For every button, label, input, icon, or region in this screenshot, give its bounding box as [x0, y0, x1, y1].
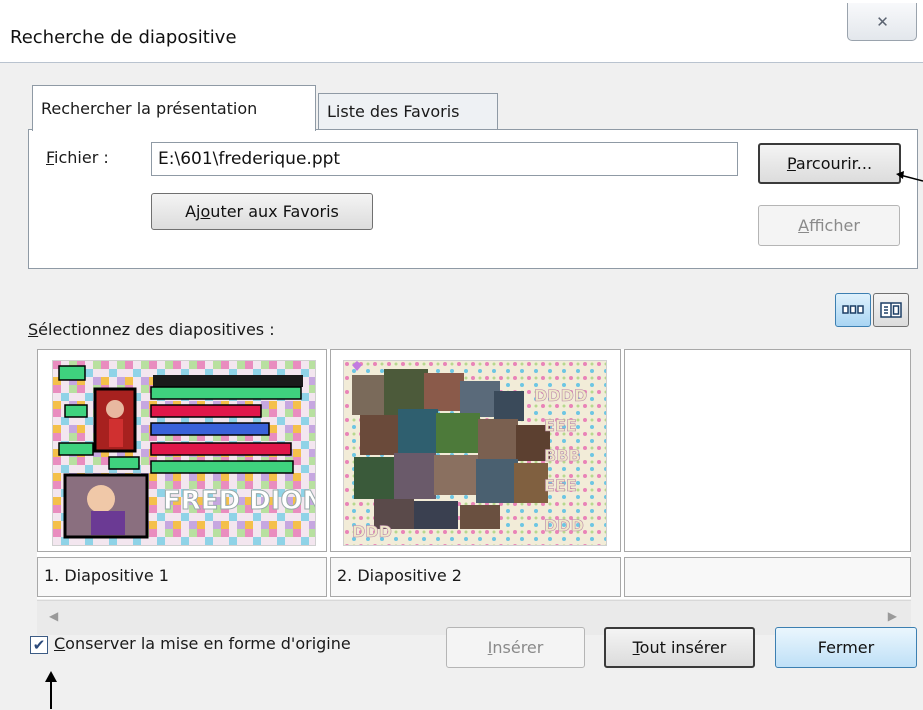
svg-text:BBB: BBB	[544, 446, 581, 465]
scroll-left-icon[interactable]: ◀	[49, 609, 58, 623]
file-label: Fichier :	[46, 148, 109, 167]
tab-label: Liste des Favoris	[327, 102, 460, 121]
file-path-input[interactable]	[151, 142, 738, 176]
checkmark-icon: ✔	[32, 636, 46, 654]
thumbnails-icon	[842, 305, 864, 314]
tab-search-presentation[interactable]: Rechercher la présentation	[32, 85, 316, 131]
slide-1-thumbnail: FRED DIONNE	[52, 360, 316, 546]
slides-grid: FRED DIONNE	[37, 349, 911, 599]
insert-all-button[interactable]: Tout insérer	[604, 627, 755, 668]
keep-formatting-checkbox[interactable]: ✔	[30, 636, 48, 654]
slide-3-label-empty	[624, 557, 911, 597]
svg-text:EEE: EEE	[544, 476, 577, 495]
add-to-favorites-label: Ajouter aux Favoris	[185, 202, 339, 221]
slide-2-label[interactable]: 2. Diapositive 2	[330, 557, 621, 597]
annotation-arrow-up	[45, 671, 57, 709]
insert-button-label: Insérer	[487, 638, 544, 657]
slide-2-thumbnail: DDDD EEE BBB EEE DDD DDD	[343, 360, 607, 546]
slide-thumbnail-cell[interactable]: DDDD EEE BBB EEE DDD DDD	[330, 349, 621, 552]
slide-1-label[interactable]: 1. Diapositive 1	[37, 557, 327, 597]
show-button[interactable]: Afficher	[758, 205, 900, 246]
dialog-title: Recherche de diapositive	[10, 27, 237, 48]
slide-1-title-text: FRED DIONNE	[163, 486, 315, 516]
annotation-arrow-right	[896, 171, 923, 182]
svg-text:DDD: DDD	[544, 516, 584, 535]
browse-button[interactable]: Parcourir...	[758, 143, 901, 184]
close-icon: ✕	[876, 12, 889, 31]
scroll-right-icon[interactable]: ▶	[888, 609, 897, 623]
tab-favorites-list[interactable]: Liste des Favoris	[318, 93, 498, 129]
title-bar: Recherche de diapositive ✕	[0, 0, 923, 62]
browse-button-label: Parcourir...	[786, 154, 873, 173]
keep-formatting-label[interactable]: Conserver la mise en forme d'origine	[54, 634, 351, 653]
svg-text:DDD: DDD	[352, 522, 392, 541]
insert-all-button-label: Tout insérer	[632, 638, 727, 657]
insert-button[interactable]: Insérer	[446, 627, 585, 668]
select-slides-label: Sélectionnez des diapositives :	[28, 320, 275, 339]
title-list-icon	[880, 302, 902, 318]
show-button-label: Afficher	[798, 216, 860, 235]
slide-thumbnail-cell-empty	[624, 349, 911, 552]
svg-text:EEE: EEE	[544, 416, 577, 435]
title-view-button[interactable]	[873, 293, 909, 327]
tab-label: Rechercher la présentation	[41, 99, 258, 118]
close-dialog-button[interactable]: Fermer	[775, 627, 917, 668]
slide-thumbnail-cell[interactable]: FRED DIONNE	[37, 349, 327, 552]
close-button[interactable]: ✕	[847, 3, 917, 41]
add-to-favorites-button[interactable]: Ajouter aux Favoris	[151, 193, 373, 230]
thumbnail-view-button[interactable]	[835, 293, 871, 327]
svg-text:DDDD: DDDD	[534, 386, 587, 405]
